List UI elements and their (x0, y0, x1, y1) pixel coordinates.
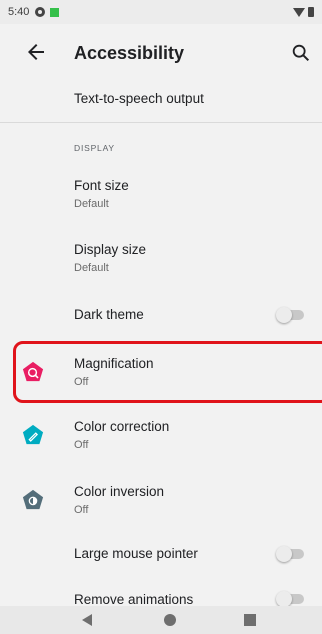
dark-theme-title: Dark theme (74, 307, 144, 322)
remove-animations-toggle[interactable] (276, 591, 306, 606)
highlight-box (13, 341, 322, 403)
display-size-summary: Default (74, 262, 109, 274)
list-item-large-mouse-pointer[interactable]: Large mouse pointer (0, 542, 322, 578)
toggle-thumb (276, 546, 292, 562)
list-item-display-size[interactable]: Display size Default (0, 234, 322, 282)
list-item-remove-animations[interactable]: Remove animations (0, 586, 322, 606)
nav-home-icon[interactable] (164, 614, 176, 626)
color-correction-summary: Off (74, 439, 89, 451)
toggle-thumb (276, 591, 292, 606)
display-size-title: Display size (74, 242, 147, 257)
list-item-color-correction[interactable]: Color correction Off (0, 412, 322, 464)
color-correction-icon (22, 424, 44, 445)
color-correction-title: Color correction (74, 419, 170, 434)
color-inversion-icon (22, 489, 44, 510)
list-item-dark-theme[interactable]: Dark theme (0, 298, 322, 334)
large-mouse-pointer-title: Large mouse pointer (74, 546, 198, 561)
color-inversion-summary: Off (74, 504, 89, 516)
divider (0, 122, 322, 123)
list-item-color-inversion[interactable]: Color inversion Off (0, 476, 322, 528)
notification-icon (50, 7, 60, 17)
dark-theme-toggle[interactable] (276, 307, 306, 323)
status-right (293, 7, 314, 17)
page-title: Accessibility (74, 43, 185, 63)
sync-icon (35, 7, 46, 17)
section-header-display: DISPLAY (74, 143, 115, 153)
tts-title: Text-to-speech output (74, 91, 204, 106)
status-bar: 5:40 (0, 0, 322, 24)
search-icon[interactable] (290, 42, 312, 64)
color-inversion-title: Color inversion (74, 484, 165, 499)
font-size-title: Font size (74, 178, 129, 193)
font-size-summary: Default (74, 198, 109, 210)
list-item-tts[interactable]: Text-to-speech output (0, 82, 322, 118)
wifi-icon (293, 7, 305, 17)
back-arrow-icon[interactable] (24, 40, 48, 64)
status-time: 5:40 (8, 6, 30, 18)
battery-icon (308, 7, 314, 17)
list-item-font-size[interactable]: Font size Default (0, 170, 322, 218)
nav-back-icon[interactable] (82, 614, 92, 626)
large-mouse-pointer-toggle[interactable] (276, 546, 306, 562)
toggle-thumb (276, 307, 292, 323)
remove-animations-title: Remove animations (74, 592, 194, 606)
navigation-bar (0, 606, 322, 634)
app-bar: Accessibility (0, 24, 322, 80)
nav-recents-icon[interactable] (244, 614, 256, 626)
